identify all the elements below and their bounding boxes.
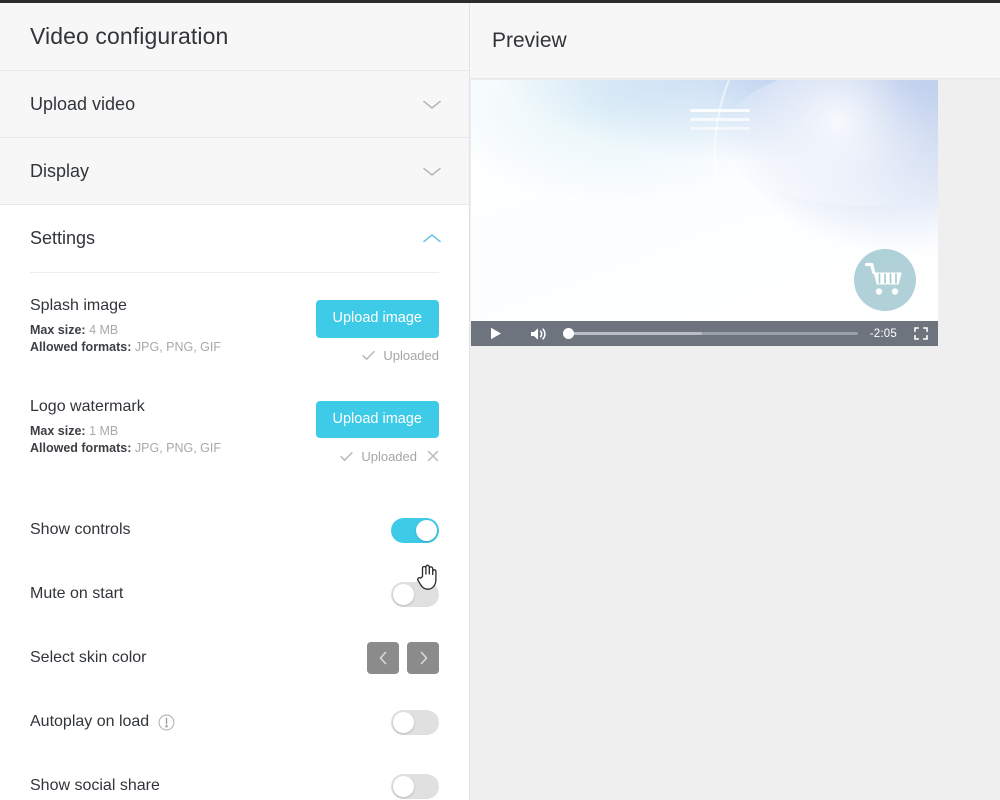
setting-row-select-skin-color: Select skin color <box>30 626 439 690</box>
time-remaining-label: -2:05 <box>869 327 897 340</box>
settings-section-body: Splash image Max size: 4 MB Allowed form… <box>0 272 469 800</box>
setting-row-autoplay-on-load: Autoplay on load <box>30 690 439 754</box>
accordion-label-upload-video: Upload video <box>30 93 136 114</box>
video-controls-bar: -2:05 <box>471 321 938 346</box>
chevron-down-icon <box>421 165 443 178</box>
accordion-label-settings: Settings <box>30 228 96 248</box>
accordion-settings[interactable]: Settings <box>0 205 469 272</box>
splash-image-formats: Allowed formats: JPG, PNG, GIF <box>30 339 221 356</box>
splash-image-status-label: Uploaded <box>383 348 439 363</box>
accordion-upload-video[interactable]: Upload video <box>0 71 469 138</box>
upload-splash-image-button[interactable]: Upload image <box>315 300 439 338</box>
max-size-label: Max size: <box>30 323 86 337</box>
settings-divider <box>30 272 439 273</box>
upload-row-logo-watermark: Logo watermark Max size: 1 MB Allowed fo… <box>30 398 439 499</box>
mute-on-start-label: Mute on start <box>30 585 124 602</box>
select-skin-color-label: Select skin color <box>30 649 147 666</box>
play-button[interactable] <box>487 327 505 340</box>
logo-watermark-label: Logo watermark <box>30 397 145 415</box>
logo-watermark-info: Logo watermark Max size: 1 MB Allowed fo… <box>30 398 221 457</box>
check-icon <box>362 350 376 361</box>
fullscreen-icon <box>914 327 928 340</box>
setting-row-mute-on-start: Mute on start <box>30 562 439 626</box>
preview-header: Preview <box>470 3 1000 79</box>
skin-color-prev-button[interactable] <box>367 642 399 674</box>
splash-image-actions: Upload image Uploaded <box>315 297 439 364</box>
progress-handle[interactable] <box>563 328 574 339</box>
toggle-mute-on-start[interactable] <box>391 581 439 607</box>
upload-row-splash-image: Splash image Max size: 4 MB Allowed form… <box>30 297 439 398</box>
chevron-right-icon <box>418 651 429 665</box>
max-size-value: 4 MB <box>89 323 119 337</box>
logo-watermark-status-label: Uploaded <box>361 448 417 464</box>
toggle-knob <box>416 519 437 541</box>
splash-image-max-size: Max size: 4 MB <box>30 322 221 339</box>
formats-label: Allowed formats: <box>30 440 132 455</box>
progress-buffered <box>563 332 702 335</box>
panel-header: Video configuration <box>0 3 469 71</box>
fullscreen-button[interactable] <box>913 327 929 341</box>
logo-watermark-max-size: Max size: 1 MB <box>30 423 221 440</box>
preview-panel: Preview -2:05 <box>470 3 1000 800</box>
toggle-knob <box>393 583 414 605</box>
setting-row-show-controls: Show controls <box>30 498 439 562</box>
accordion-label-display: Display <box>30 160 90 181</box>
show-social-share-label: Show social share <box>30 777 160 794</box>
autoplay-on-load-label-wrap: Autoplay on load <box>30 713 175 731</box>
chevron-up-icon <box>421 232 443 245</box>
formats-label: Allowed formats: <box>30 340 132 354</box>
upload-logo-watermark-button[interactable]: Upload image <box>315 400 439 438</box>
toggle-show-social-share[interactable] <box>391 773 439 799</box>
toggle-knob <box>393 711 414 733</box>
video-player[interactable]: -2:05 <box>471 80 938 346</box>
splash-image-info: Splash image Max size: 4 MB Allowed form… <box>30 297 221 356</box>
chevron-left-icon <box>378 651 389 665</box>
video-progress-bar[interactable] <box>563 327 858 341</box>
max-size-value: 1 MB <box>89 423 119 438</box>
page-title: Video configuration <box>30 23 229 49</box>
remove-logo-watermark-icon[interactable] <box>425 450 439 462</box>
logo-watermark-actions: Upload image Uploaded <box>315 398 439 465</box>
info-icon[interactable] <box>158 714 175 731</box>
skin-color-stepper <box>367 642 439 674</box>
app-root: Video configuration Upload video Display… <box>0 3 1000 800</box>
skin-color-next-button[interactable] <box>407 642 439 674</box>
formats-value: JPG, PNG, GIF <box>134 340 222 354</box>
setting-row-show-social-share: Show social share <box>30 754 439 800</box>
video-configuration-panel: Video configuration Upload video Display… <box>0 3 470 800</box>
volume-button[interactable] <box>527 327 549 341</box>
shopping-cart-icon <box>865 262 905 298</box>
preview-title: Preview <box>492 28 567 52</box>
play-icon <box>490 327 502 340</box>
splash-decoration-streak <box>690 109 751 113</box>
logo-watermark-status: Uploaded <box>316 448 439 464</box>
logo-watermark-formats: Allowed formats: JPG, PNG, GIF <box>30 440 221 457</box>
toggle-show-controls[interactable] <box>391 517 439 543</box>
logo-watermark-overlay <box>854 249 916 311</box>
chevron-down-icon <box>421 98 443 111</box>
accordion-display[interactable]: Display <box>0 138 469 205</box>
toggle-knob <box>393 775 414 797</box>
toggle-autoplay-on-load[interactable] <box>391 709 439 735</box>
max-size-label: Max size: <box>30 423 86 438</box>
volume-icon <box>530 327 547 341</box>
autoplay-on-load-label: Autoplay on load <box>30 713 150 730</box>
splash-image-label: Splash image <box>30 297 127 314</box>
formats-value: JPG, PNG, GIF <box>134 440 222 455</box>
splash-image-status: Uploaded <box>316 348 439 364</box>
window-top-edge <box>0 0 1000 3</box>
show-controls-label: Show controls <box>30 521 131 538</box>
check-icon <box>340 451 354 462</box>
